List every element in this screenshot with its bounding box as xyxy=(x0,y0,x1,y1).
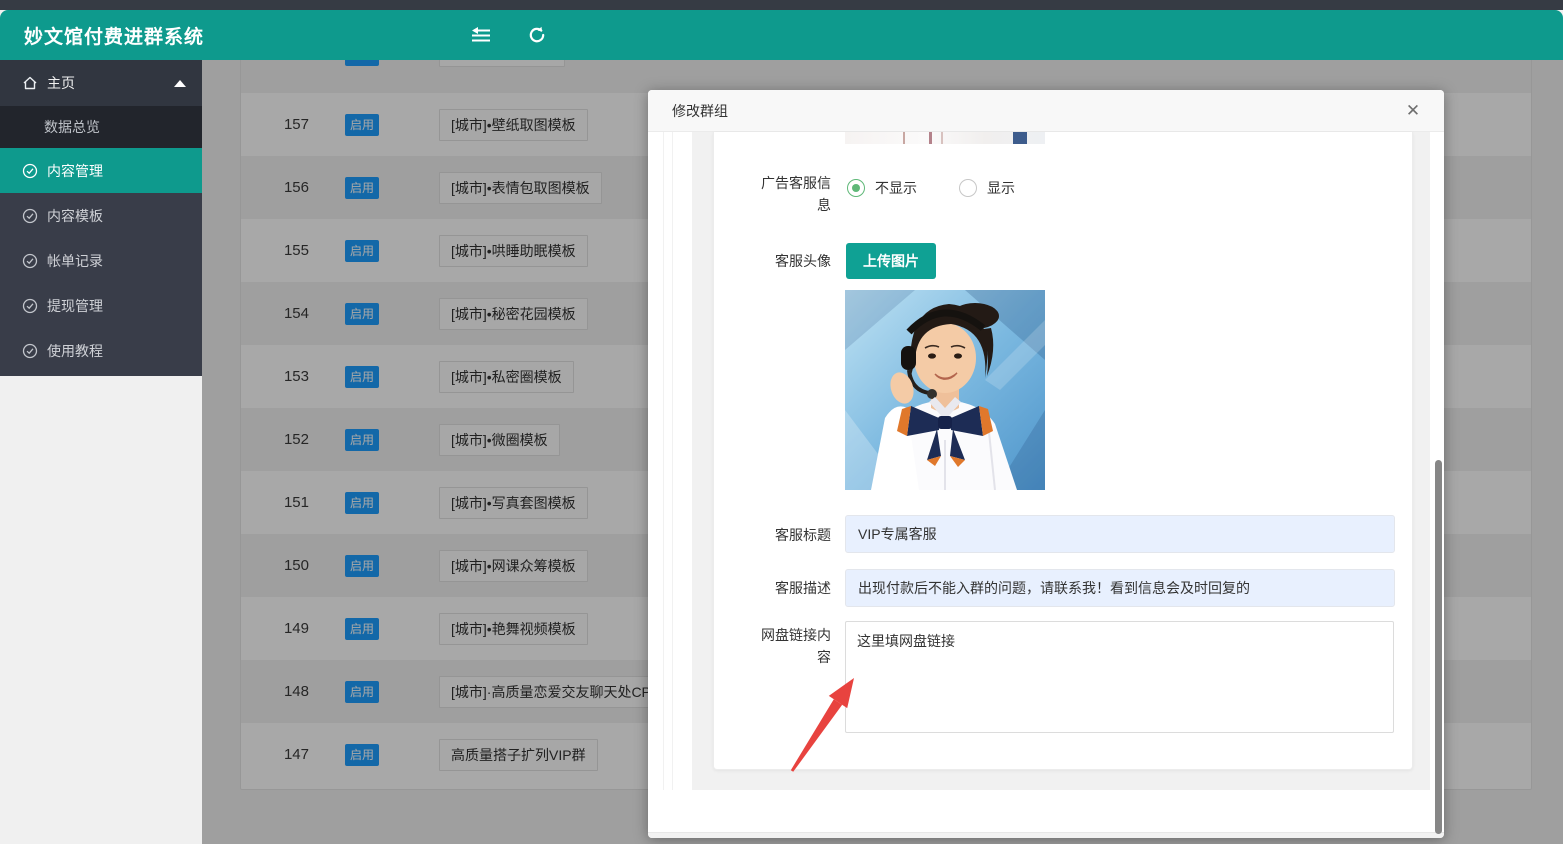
check-circle-icon xyxy=(22,208,38,224)
modal-scrollbar-thumb[interactable] xyxy=(1435,460,1442,834)
customer-service-photo xyxy=(845,290,1045,490)
sidebar-item-label: 帐单记录 xyxy=(47,251,103,271)
app-title: 妙文馆付费进群系统 xyxy=(0,22,204,49)
cs-desc-input[interactable] xyxy=(845,569,1395,607)
sidebar-item-label: 提现管理 xyxy=(47,296,103,316)
sidebar-item-bill-records[interactable]: 帐单记录 xyxy=(0,238,202,283)
netdisk-link-textarea[interactable]: 这里填网盘链接 xyxy=(845,621,1394,733)
top-strip xyxy=(0,0,1563,10)
group-form-card: 广告客服信息 不显示 显示 客服头像 上传图片 xyxy=(713,132,1413,770)
check-circle-icon xyxy=(22,298,38,314)
ad-info-radio-group: 不显示 显示 xyxy=(847,178,1015,198)
chevron-up-icon xyxy=(174,80,186,87)
sidebar-item-data-overview[interactable]: 数据总览 xyxy=(0,106,202,148)
sidebar-item-label: 内容管理 xyxy=(47,161,103,181)
sidebar-item-label: 数据总览 xyxy=(44,117,100,137)
sidebar-item-content-template[interactable]: 内容模板 xyxy=(0,193,202,238)
check-circle-icon xyxy=(22,343,38,359)
radio-label-hide[interactable]: 不显示 xyxy=(875,178,917,198)
sidebar-item-withdraw-manage[interactable]: 提现管理 xyxy=(0,283,202,328)
field-label-ad-info: 广告客服信息 xyxy=(751,172,831,216)
sidebar-item-label: 内容模板 xyxy=(47,206,103,226)
edit-group-modal: 修改群组 ✕ 广告客服信息 不显示 xyxy=(648,90,1444,838)
field-label-cs-desc: 客服描述 xyxy=(751,577,831,599)
cs-title-input[interactable] xyxy=(845,515,1395,553)
modal-title: 修改群组 xyxy=(648,101,728,121)
check-circle-icon xyxy=(22,253,38,269)
upload-image-button[interactable]: 上传图片 xyxy=(846,243,936,279)
check-circle-icon xyxy=(22,163,38,179)
sidebar: 主页 数据总览 内容管理 内容模板 帐单记录 xyxy=(0,60,202,376)
field-label-cs-title: 客服标题 xyxy=(751,524,831,546)
home-icon xyxy=(22,75,38,91)
sidebar-item-label: 主页 xyxy=(47,73,75,93)
sidebar-item-label: 使用教程 xyxy=(47,341,103,361)
field-label-netdisk: 网盘链接内容 xyxy=(751,624,831,668)
divider xyxy=(663,132,664,790)
radio-label-show[interactable]: 显示 xyxy=(987,178,1015,198)
collapse-menu-icon[interactable] xyxy=(470,24,492,46)
modal-header: 修改群组 ✕ xyxy=(648,90,1444,132)
divider xyxy=(672,132,673,790)
close-icon[interactable]: ✕ xyxy=(1396,90,1430,132)
refresh-icon[interactable] xyxy=(526,24,548,46)
cropped-photo-strip xyxy=(845,132,1045,144)
sidebar-item-tutorial[interactable]: 使用教程 xyxy=(0,328,202,373)
app-root: 157 启用 [城市]•壁纸取图模板 156 启用 [城市]•表情包取图模板 1… xyxy=(0,0,1563,844)
modal-footer: 立即提交 重置 xyxy=(648,832,1444,838)
radio-unselected-icon[interactable] xyxy=(959,179,977,197)
sidebar-item-home[interactable]: 主页 xyxy=(0,60,202,106)
radio-selected-icon[interactable] xyxy=(847,179,865,197)
sidebar-item-content-manage[interactable]: 内容管理 xyxy=(0,148,202,193)
modal-body: 广告客服信息 不显示 显示 客服头像 上传图片 xyxy=(648,132,1444,790)
field-label-avatar: 客服头像 xyxy=(751,250,831,272)
app-header: 妙文馆付费进群系统 xyxy=(0,10,1563,60)
